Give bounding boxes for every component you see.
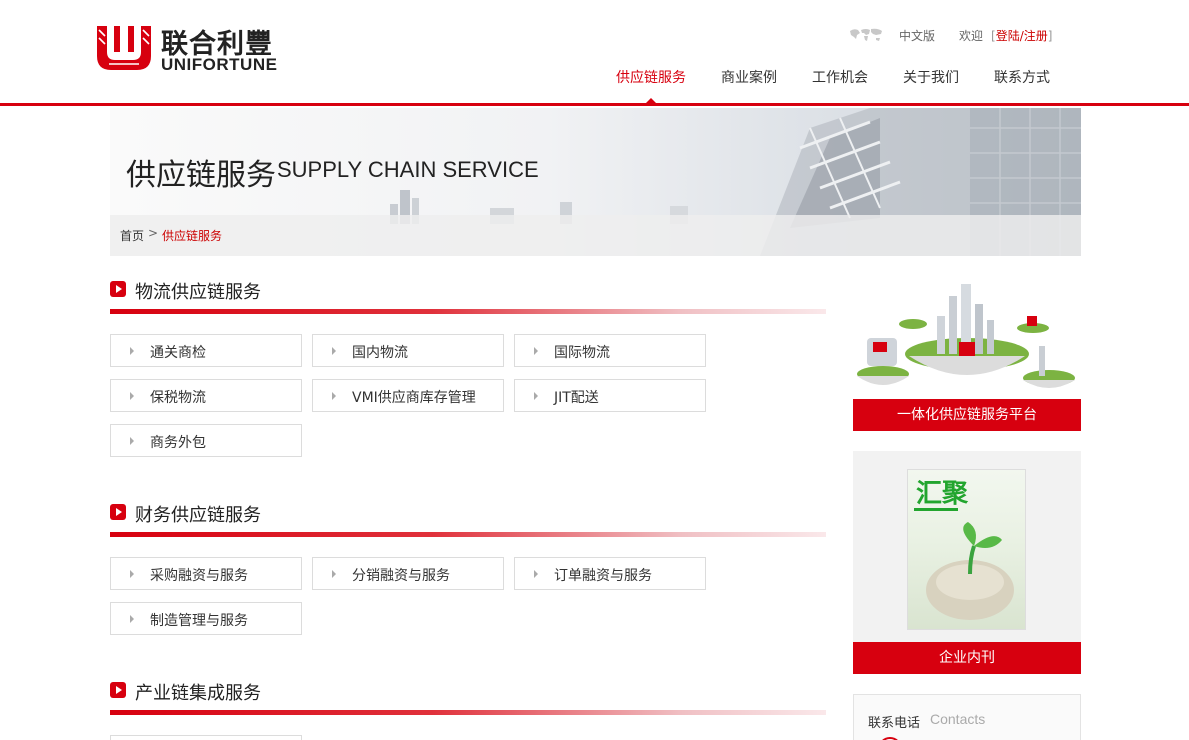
page-banner: 供应链服务 SUPPLY CHAIN SERVICE 首页 > 供应链服务 xyxy=(110,108,1081,256)
service-item[interactable]: JIT配送 xyxy=(514,379,706,412)
arrow-right-icon xyxy=(130,437,134,445)
section-divider xyxy=(110,710,826,715)
page-title-en: SUPPLY CHAIN SERVICE xyxy=(277,157,539,182)
platform-promo[interactable]: 一体化供应链服务平台 xyxy=(853,276,1081,431)
arrow-right-icon xyxy=(130,347,134,355)
section-divider xyxy=(110,309,826,314)
service-item-partial[interactable] xyxy=(110,735,302,740)
site-header: 联合利豐 UNIFORTUNE 中文版 欢迎 [登陆/注册] 供应链服务 商业案… xyxy=(0,0,1189,106)
service-item-label: 保税物流 xyxy=(150,390,206,406)
arrow-right-icon xyxy=(534,392,538,400)
service-item[interactable]: 分销融资与服务 xyxy=(312,557,504,590)
service-item-label: 商务外包 xyxy=(150,435,206,451)
nav-item-supply-chain[interactable]: 供应链服务 xyxy=(616,67,686,87)
section-title: 产业链集成服务 xyxy=(135,683,261,704)
section-logistics-header: 物流供应链服务 xyxy=(110,281,826,317)
nav-item-cases[interactable]: 商业案例 xyxy=(721,67,777,87)
service-item-label: 订单融资与服务 xyxy=(554,568,652,584)
section-finance-header: 财务供应链服务 xyxy=(110,504,826,540)
page-title: 供应链服务 xyxy=(126,158,276,193)
service-item[interactable]: 通关商检 xyxy=(110,334,302,367)
arrow-right-icon xyxy=(130,570,134,578)
service-item-label: 国际物流 xyxy=(554,345,610,361)
service-item-label: 国内物流 xyxy=(352,345,408,361)
service-item[interactable]: 订单融资与服务 xyxy=(514,557,706,590)
nav-item-about[interactable]: 关于我们 xyxy=(903,67,959,87)
service-item[interactable]: 采购融资与服务 xyxy=(110,557,302,590)
login-bracket-close: ] xyxy=(1047,29,1053,43)
logo[interactable]: 联合利豐 UNIFORTUNE xyxy=(95,22,280,74)
language-link[interactable]: 中文版 xyxy=(899,27,935,44)
nav-item-jobs[interactable]: 工作机会 xyxy=(812,67,868,87)
service-item-label: 分销融资与服务 xyxy=(352,568,450,584)
floating-city-illustration xyxy=(857,284,1075,388)
play-icon xyxy=(110,682,126,698)
arrow-right-icon xyxy=(332,347,336,355)
magazine-link-bar[interactable]: 企业内刊 xyxy=(853,642,1081,674)
contact-box: 联系电话 Contacts xyxy=(853,694,1081,740)
breadcrumb-home-link[interactable]: 首页 xyxy=(120,227,144,244)
arrow-right-icon xyxy=(130,615,134,623)
logo-text-en: UNIFORTUNE xyxy=(161,55,278,74)
service-item[interactable]: 国内物流 xyxy=(312,334,504,367)
play-icon xyxy=(110,281,126,297)
service-item-label: 制造管理与服务 xyxy=(150,613,248,629)
logo-mark-icon xyxy=(97,26,151,70)
arrow-right-icon xyxy=(130,392,134,400)
login-register-group: [登陆/注册] xyxy=(991,27,1052,44)
service-item-label: JIT配送 xyxy=(554,390,599,406)
arrow-right-icon xyxy=(534,347,538,355)
arrow-right-icon xyxy=(534,570,538,578)
magazine-cover[interactable]: 汇聚 xyxy=(907,469,1026,630)
service-item-label: VMI供应商库存管理 xyxy=(352,390,476,406)
service-item-label: 采购融资与服务 xyxy=(150,568,248,584)
service-item[interactable]: 国际物流 xyxy=(514,334,706,367)
service-item-label: 通关商检 xyxy=(150,345,206,361)
platform-link-bar[interactable]: 一体化供应链服务平台 xyxy=(853,399,1081,431)
nav-item-contact[interactable]: 联系方式 xyxy=(994,67,1050,87)
section-title: 财务供应链服务 xyxy=(135,505,261,526)
contact-title-cn: 联系电话 xyxy=(868,716,921,731)
breadcrumb: 首页 > 供应链服务 xyxy=(110,215,1081,256)
contact-title-en: Contacts xyxy=(930,711,986,727)
section-divider xyxy=(110,532,826,537)
world-map-icon xyxy=(850,28,882,41)
sprout-illustration xyxy=(914,508,1014,620)
welcome-text: 欢迎 xyxy=(959,29,984,43)
section-title: 物流供应链服务 xyxy=(135,282,261,303)
arrow-right-icon xyxy=(332,392,336,400)
arrow-right-icon xyxy=(332,570,336,578)
play-icon xyxy=(110,504,126,520)
section-industry-header: 产业链集成服务 xyxy=(110,682,826,718)
magazine-promo[interactable]: 汇聚 企业内刊 xyxy=(853,451,1081,674)
service-item[interactable]: 商务外包 xyxy=(110,424,302,457)
breadcrumb-current: 供应链服务 xyxy=(162,229,223,243)
service-item[interactable]: 保税物流 xyxy=(110,379,302,412)
login-register-link[interactable]: 登陆/注册 xyxy=(996,29,1048,43)
service-item[interactable]: VMI供应商库存管理 xyxy=(312,379,504,412)
service-item[interactable]: 制造管理与服务 xyxy=(110,602,302,635)
breadcrumb-separator-icon: > xyxy=(148,226,159,240)
active-nav-indicator xyxy=(646,98,656,103)
